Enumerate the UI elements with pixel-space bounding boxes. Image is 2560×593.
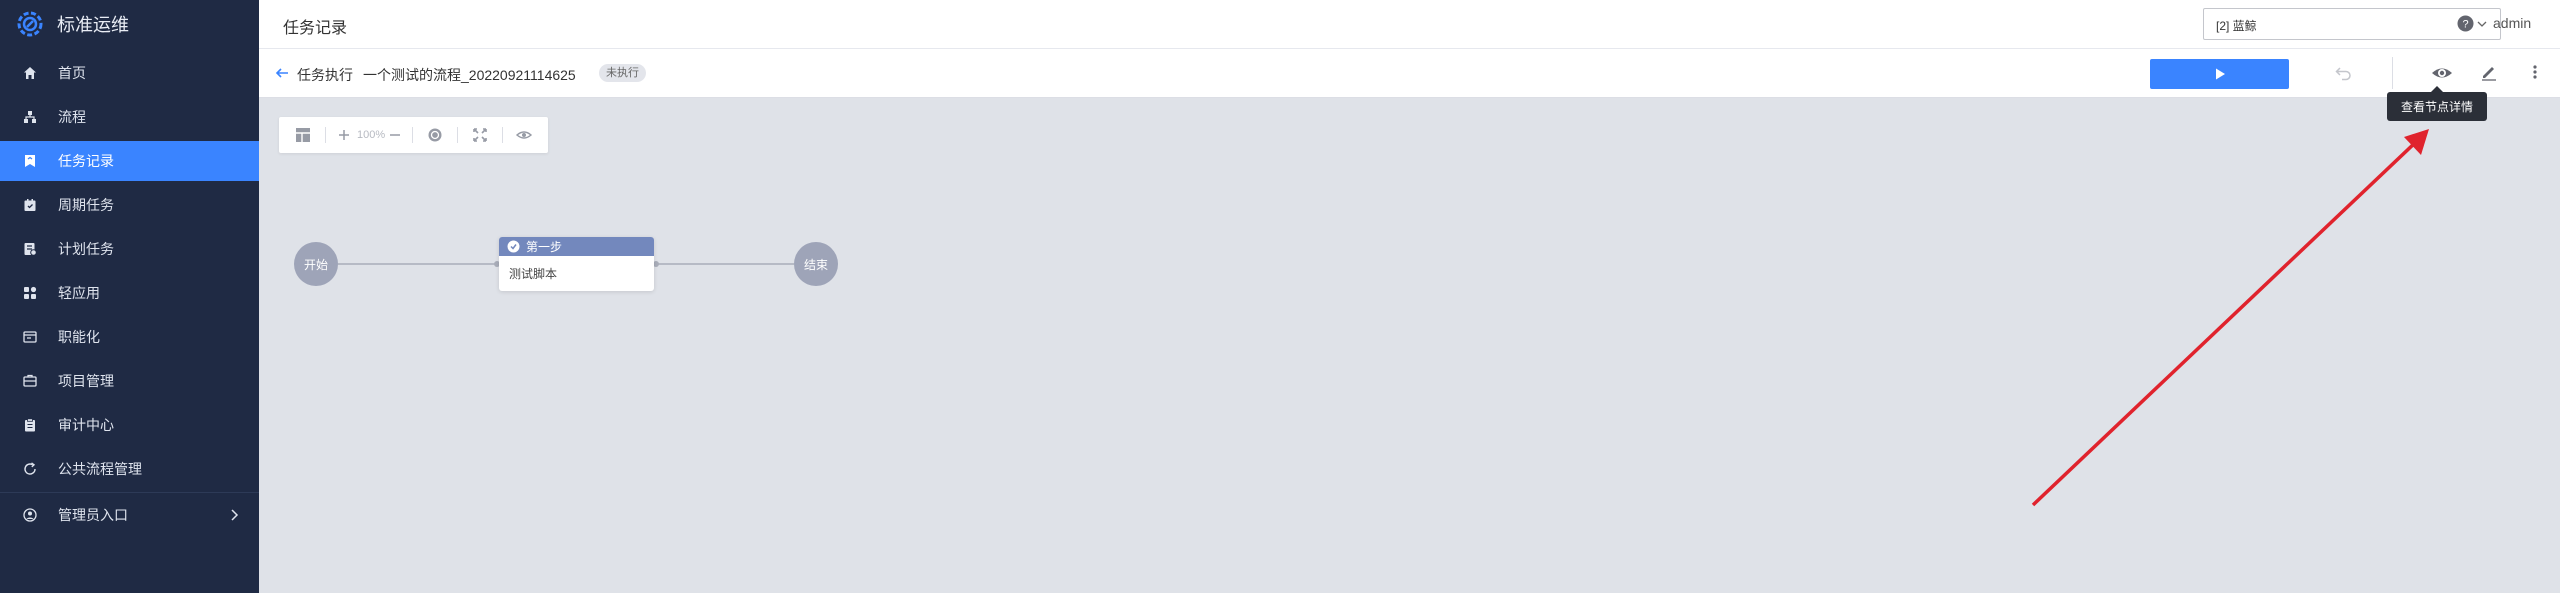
task-node-header: 第一步 [499,237,654,256]
end-node[interactable]: 结束 [794,242,838,286]
start-node[interactable]: 开始 [294,242,338,286]
task-node-body: 测试脚本 [509,267,558,281]
task-node[interactable]: 第一步 测试脚本 [499,237,654,291]
flow-edges [338,261,794,267]
task-node-title: 第一步 [526,240,563,254]
script-icon [507,240,520,253]
